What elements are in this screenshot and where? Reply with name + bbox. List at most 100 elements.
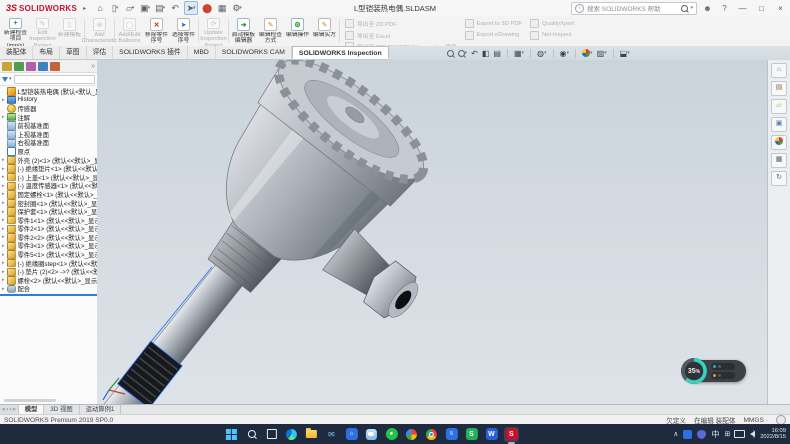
touch-keyboard-icon[interactable]: ⊞ [724, 430, 729, 438]
solidworks-resources-icon[interactable]: ⌂ [771, 63, 787, 78]
tree-item-front-plane[interactable]: 前视基准面 [0, 121, 97, 130]
tree-item-temp-sensor[interactable]: ▸(-) 温度传感器<1> (默认<<默认>_ [0, 182, 97, 191]
tab-solidworks-addins[interactable]: SOLIDWORKS 插件 [113, 46, 188, 59]
tree-item-top-cover[interactable]: ▸(-) 上盖<1> (默认<<默认>_显示状 [0, 173, 97, 182]
featuremanager-tree-icon[interactable] [2, 62, 12, 71]
s-app-icon[interactable]: S [464, 427, 479, 442]
taskbar-search-icon[interactable] [244, 427, 259, 442]
filter-dropdown-icon[interactable]: ▾ [9, 76, 12, 82]
status-units-selector[interactable]: MMGS · [743, 417, 768, 424]
tree-item-part1[interactable]: ▸零件1<1> (默认<<默认>_显示状态- [0, 216, 97, 225]
taskbar-clock[interactable]: 16:09 2022/8/15 [760, 428, 786, 441]
tree-item-insulation-ring-step[interactable]: ▸(-) 绝缘圈step<1> (默认<<默认> [0, 259, 97, 268]
tree-item-part3[interactable]: ▸零件3<1> (默认<<默认>_显示状态 [0, 242, 97, 251]
tree-item-origin[interactable]: 原点 [0, 147, 97, 156]
tray-shield-icon[interactable] [697, 430, 706, 439]
screen-recorder-zoom-widget[interactable]: 35% [684, 360, 746, 382]
zoom-to-area-icon[interactable]: ▾ [458, 50, 468, 57]
search-input[interactable]: i 搜索 SOLIDWORKS 帮助 ▾ [571, 2, 697, 15]
restore-button[interactable]: □ [754, 1, 769, 15]
tree-item-part2-1[interactable]: ▸零件2<1> (默认<<默认>_显示状态 [0, 225, 97, 234]
tree-item-root[interactable]: L型铠装热电偶 (默认<默认_显示状态-1 [0, 87, 97, 96]
filter-icon[interactable] [2, 77, 8, 82]
new-document-icon[interactable]: ▯▾ [109, 2, 121, 14]
tab-mbd[interactable]: MBD [188, 46, 216, 59]
tree-item-top-plane[interactable]: 上视基准面 [0, 130, 97, 139]
tray-app-icon-blue[interactable] [683, 430, 692, 439]
mail-icon[interactable]: ✉ [324, 427, 339, 442]
graphics-viewport[interactable]: 35% [97, 60, 768, 404]
dimxpertmanager-icon[interactable] [38, 62, 48, 71]
apply-scene-icon[interactable]: ▨▾ [597, 49, 607, 58]
solidworks-taskbar-icon[interactable]: S [504, 427, 519, 442]
select-icon[interactable]: ➤▾ [184, 1, 198, 15]
user-account-icon[interactable]: ☻ [701, 4, 714, 13]
w-app-icon[interactable]: W [484, 427, 499, 442]
edit-inspection-methods-button[interactable]: ✎编辑检查方式 [257, 16, 284, 46]
tab-solidworks-inspection[interactable]: SOLIDWORKS Inspection [292, 46, 389, 59]
tab-assembly[interactable]: 装配体 [0, 46, 33, 59]
help-icon[interactable]: ? [718, 4, 731, 13]
tree-item-mates[interactable]: ▸配合 [0, 285, 97, 294]
tray-chevron-icon[interactable]: ∧ [673, 430, 678, 438]
previous-view-icon[interactable]: ↶ [471, 49, 478, 58]
recorder-button-1[interactable] [711, 363, 735, 370]
task-view-icon[interactable] [264, 427, 279, 442]
color-wheel-app-icon[interactable] [404, 427, 419, 442]
filter-input[interactable] [14, 75, 95, 84]
tree-item-fixing-bolt[interactable]: ▸固定螺栓<1> (默认<<默认>_显示 [0, 190, 97, 199]
menu-expand-arrow[interactable]: ▸ [83, 5, 86, 12]
file-explorer-icon[interactable]: ▱ [771, 99, 787, 114]
view-palette-icon[interactable]: ▣ [771, 117, 787, 132]
notes-app-icon[interactable]: ≡ [444, 427, 459, 442]
print-icon[interactable]: ▤▾ [154, 2, 166, 14]
minimize-button[interactable]: — [735, 1, 750, 15]
view-settings-icon[interactable]: ⬓▾ [620, 49, 630, 58]
propertymanager-icon[interactable] [14, 62, 24, 71]
hide-show-items-icon[interactable]: ◉▾ [560, 49, 570, 58]
save-icon[interactable]: ▣▾ [139, 2, 151, 14]
edit-vendors-button[interactable]: ✎编辑实方 [311, 16, 338, 46]
chrome-icon[interactable] [424, 427, 439, 442]
design-library-icon[interactable]: ▤ [771, 81, 787, 96]
display-style-icon[interactable]: ◍▾ [537, 49, 547, 58]
tree-item-annotations[interactable]: ▸注解 [0, 113, 97, 122]
tree-item-part2-2[interactable]: ▸零件2<2> (默认<<默认>_显示状态 [0, 233, 97, 242]
microsoft-store-icon[interactable]: ⌂ [344, 427, 359, 442]
edit-operations-button[interactable]: ⚙编辑操作 [284, 16, 311, 46]
tab-solidworks-cam[interactable]: SOLIDWORKS CAM [216, 46, 292, 59]
tree-item-history[interactable]: ▸History [0, 96, 97, 105]
start-button[interactable] [224, 427, 239, 442]
tree-item-bolt[interactable]: ▸螺栓<2> (默认<<默认>_显示状态 [0, 276, 97, 285]
zoom-to-fit-icon[interactable] [447, 50, 454, 57]
display-tray-icon[interactable] [734, 430, 745, 438]
volume-icon[interactable] [750, 431, 755, 437]
configurationmanager-icon[interactable] [26, 62, 36, 71]
solidworks-forum-icon[interactable]: ↻ [771, 171, 787, 186]
open-icon[interactable]: ▱▾ [124, 2, 136, 14]
new-inspection-project-button[interactable]: +新建检查项目 (imp/s) [2, 16, 29, 46]
wechat-icon[interactable]: ● [384, 427, 399, 442]
panel-splitter[interactable] [0, 294, 97, 296]
section-view-icon[interactable]: ◧ [482, 49, 490, 58]
undo-icon[interactable]: ↶ [169, 2, 181, 14]
select-balloons-button[interactable]: ➤选择零件序号 [170, 16, 197, 46]
tree-item-shell[interactable]: ▸外壳 (2)<1> (默认<<默认>_显示状 [0, 156, 97, 165]
edit-appearance-icon[interactable]: ▾ [582, 49, 593, 57]
close-button[interactable]: × [773, 1, 788, 15]
tree-item-sensors[interactable]: 传感器 [0, 104, 97, 113]
ime-language-indicator[interactable]: 中 [711, 429, 719, 440]
tab-sketch[interactable]: 草图 [60, 46, 87, 59]
edge-icon[interactable] [284, 427, 299, 442]
launch-template-editor-button[interactable]: ➜启动模板编辑器 [230, 16, 257, 46]
appearances-scenes-icon[interactable] [771, 135, 787, 150]
remove-balloons-button[interactable]: ✕移除零件序号 [143, 16, 170, 46]
options-icon[interactable]: ⚙▾ [231, 2, 243, 14]
panel-horizontal-scrollbar[interactable] [4, 399, 56, 402]
panel-overflow-chevron-icon[interactable]: » [91, 63, 95, 70]
view-orientation-icon[interactable]: ▦▾ [514, 49, 524, 58]
tree-item-right-plane[interactable]: 右视基准面 [0, 139, 97, 148]
tree-item-insulation-gasket[interactable]: ▸(-) 绝缘垫片<1> (默认<<默认>_显 [0, 164, 97, 173]
tab-layout[interactable]: 布局 [33, 46, 60, 59]
rebuild-icon[interactable]: ⬤ [201, 2, 213, 14]
